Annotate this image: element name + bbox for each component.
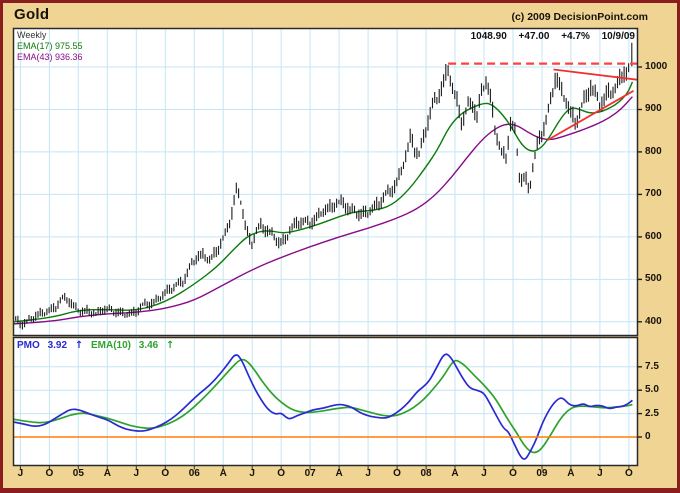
- pmo-ema-label: EMA(10): [90, 340, 131, 351]
- quote-last: 1048.90: [470, 31, 507, 42]
- copyright-text: (c) 2009 DecisionPoint.com: [511, 11, 648, 23]
- pmo-label: PMO: [17, 340, 40, 351]
- quote-line: 1048.90 +47.00 +4.7% 10/9/09: [462, 31, 635, 42]
- time-tick-12-J: J: [365, 468, 371, 479]
- pmo-tick-7.5: 7.5: [645, 360, 659, 372]
- price-tick-1000: 1000: [645, 61, 668, 72]
- time-tick-15-A: A: [451, 468, 459, 479]
- time-tick-21-O: O: [624, 468, 633, 479]
- price-tick-500: 500: [645, 273, 662, 285]
- pmo-ema-value: 3.46: [138, 340, 159, 351]
- price-tick-700: 700: [645, 188, 662, 200]
- time-tick-1-O: O: [45, 468, 54, 479]
- legend-ema43: EMA(43) 936.36: [17, 52, 83, 62]
- time-tick-2-05: 05: [72, 468, 84, 479]
- time-tick-11-A: A: [335, 468, 343, 479]
- time-tick-13-O: O: [393, 468, 401, 479]
- timeframe-label: Weekly: [17, 30, 47, 40]
- time-tick-10-07: 07: [304, 468, 316, 479]
- time-tick-5-O: O: [161, 468, 170, 479]
- page-title: Gold: [14, 6, 50, 23]
- time-tick-20-J: J: [597, 468, 603, 479]
- pmo-legend: PMO 3.92 ↑ EMA(10) 3.46 ↑: [17, 340, 179, 351]
- quote-change: +47.00: [518, 31, 550, 42]
- chart-window: Gold (c) 2009 DecisionPoint.com Weekly E…: [0, 0, 680, 493]
- chart-canvas: [12, 27, 642, 470]
- quote-change-pct: +4.7%: [561, 31, 590, 42]
- price-tick-900: 900: [645, 103, 662, 115]
- time-tick-4-J: J: [133, 468, 140, 479]
- price-tick-400: 400: [645, 315, 662, 327]
- time-tick-9-O: O: [277, 468, 286, 479]
- time-tick-16-J: J: [481, 468, 487, 479]
- time-tick-6-06: 06: [188, 468, 200, 479]
- pmo-up-arrow-icon: ↑: [74, 340, 84, 351]
- time-tick-14-08: 08: [420, 468, 432, 479]
- time-tick-19-A: A: [567, 468, 575, 479]
- time-tick-0-J: J: [17, 468, 24, 479]
- time-tick-18-09: 09: [536, 468, 548, 479]
- time-tick-17-O: O: [509, 468, 517, 479]
- legend-ema17: EMA(17) 975.55: [17, 41, 83, 51]
- pmo-tick-5: 5.0: [645, 384, 659, 396]
- price-tick-600: 600: [645, 230, 662, 242]
- quote-date: 10/9/09: [601, 31, 635, 42]
- pmo-tick-2.5: 2.5: [645, 407, 659, 419]
- time-tick-8-J: J: [249, 468, 255, 479]
- pmo-tick-0: 0: [645, 431, 651, 442]
- time-tick-3-A: A: [103, 468, 111, 479]
- pmo-value: 3.92: [47, 340, 68, 351]
- time-tick-7-A: A: [219, 468, 227, 479]
- pmo-ema-up-arrow-icon: ↑: [166, 340, 175, 351]
- price-tick-800: 800: [645, 145, 662, 157]
